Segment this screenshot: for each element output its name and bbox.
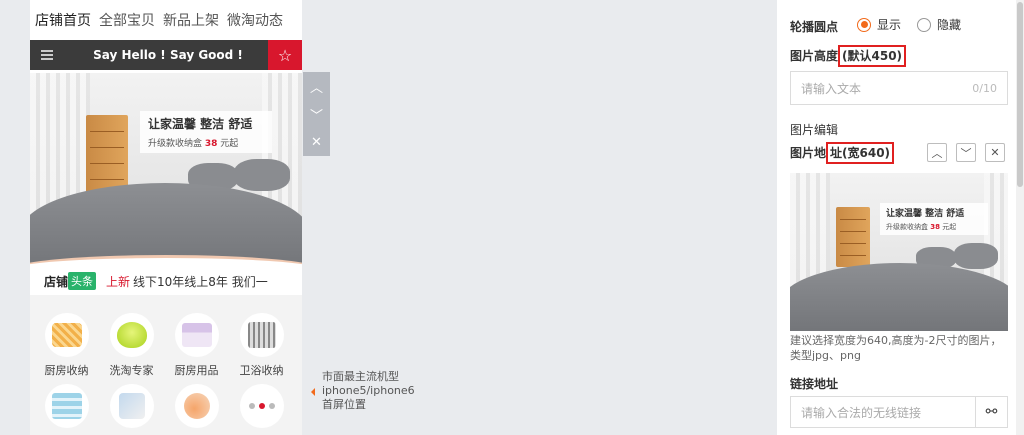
category-item[interactable] bbox=[229, 384, 294, 428]
banner-ad-box: 让家温馨 整洁 舒适 升级款收纳盒 38 元起 bbox=[140, 111, 272, 153]
more-dots-icon bbox=[239, 384, 284, 428]
link-icon[interactable]: ⚯ bbox=[975, 397, 1007, 427]
first-screen-note: 市面最主流机型 iphone5/iphone6 首屏位置 bbox=[311, 370, 415, 412]
image-edit-label: 图片编辑 bbox=[790, 123, 839, 137]
image-order-buttons: ︿ ﹀ ✕ bbox=[927, 143, 1005, 162]
clip-icon bbox=[109, 384, 154, 428]
shop-headline[interactable]: 店铺 头条 上新 线下10年线上8年 我们一 bbox=[30, 267, 302, 295]
carousel-image[interactable]: 让家温馨 整洁 舒适 升级款收纳盒 38 元起 bbox=[30, 73, 302, 265]
ad-title: 让家温馨 整洁 舒适 bbox=[148, 117, 253, 131]
phone-preview: 店铺首页 全部宝贝 新品上架 微淘动态 Say Hello ! Say Good… bbox=[30, 0, 302, 435]
banner-title: Say Hello ! Say Good ! bbox=[93, 48, 243, 62]
tab-weitao-feed[interactable]: 微淘动态 bbox=[227, 10, 283, 30]
category-item[interactable]: 厨房收纳 bbox=[34, 313, 99, 378]
towel-icon bbox=[44, 384, 89, 428]
image-height-placeholder: 请输入文本 bbox=[801, 81, 862, 96]
scroll-thumb[interactable] bbox=[1017, 2, 1023, 187]
image-preview[interactable]: 让家温馨 整洁 舒适 升级款收纳盒 38 元起 bbox=[790, 173, 1008, 331]
finger-icon bbox=[174, 384, 219, 428]
headline-text: 线下10年线上8年 我们一 bbox=[133, 274, 268, 289]
ad-price: 38 bbox=[204, 139, 218, 149]
note-line-1: 市面最主流机型 bbox=[322, 370, 399, 383]
image-url-label-prefix: 图片地 bbox=[790, 146, 827, 160]
radio-show[interactable] bbox=[857, 17, 871, 32]
image-url-label: 图片地 址(宽640) bbox=[790, 142, 895, 164]
headline-tag: 头条 bbox=[68, 272, 97, 290]
shop-banner-bar: Say Hello ! Say Good ! ☆ bbox=[30, 40, 302, 70]
category-area: 厨房收纳 洗淘专家 厨房用品 卫浴收纳 bbox=[30, 295, 302, 435]
link-input[interactable]: 请输入合法的无线链接 ⚯ bbox=[790, 396, 1008, 428]
storage-box-icon bbox=[174, 313, 219, 357]
menu-icon[interactable] bbox=[30, 40, 64, 70]
radio-show-label[interactable]: 显示 bbox=[877, 16, 901, 33]
image-height-label: 图片高度 (默认450) bbox=[790, 45, 907, 67]
move-down-button[interactable]: ﹀ bbox=[956, 143, 976, 162]
shop-nav-tabs: 店铺首页 全部宝贝 新品上架 微淘动态 bbox=[30, 0, 302, 40]
category-item[interactable] bbox=[99, 384, 164, 428]
move-down-icon[interactable]: ﹀ bbox=[303, 100, 330, 128]
preview-ad-title: 让家温馨 整洁 舒适 bbox=[886, 209, 965, 219]
category-item[interactable] bbox=[34, 384, 99, 428]
bowl-icon bbox=[109, 313, 154, 357]
carousel-dots-radio-group: 显示 隐藏 bbox=[857, 16, 971, 33]
category-label: 厨房用品 bbox=[174, 364, 219, 377]
image-height-label-prefix: 图片高度 bbox=[790, 49, 839, 63]
headline-shop: 店铺 bbox=[44, 274, 69, 289]
delete-image-button[interactable]: ✕ bbox=[985, 143, 1005, 162]
category-item[interactable]: 卫浴收纳 bbox=[229, 313, 294, 378]
carousel-dots-label: 轮播圆点 bbox=[790, 20, 839, 34]
radio-hide-label[interactable]: 隐藏 bbox=[937, 16, 961, 33]
image-size-hint: 建议选择宽度为640,高度为-2尺寸的图片，类型jpg、png bbox=[790, 334, 1002, 362]
category-label: 卫浴收纳 bbox=[239, 364, 284, 377]
category-item[interactable] bbox=[164, 384, 229, 428]
note-line-2: iphone5/iphone6 bbox=[322, 384, 415, 397]
close-icon[interactable]: ✕ bbox=[303, 128, 330, 156]
link-placeholder: 请输入合法的无线链接 bbox=[801, 405, 922, 420]
module-control-strip: ︿ ﹀ ✕ bbox=[303, 72, 330, 156]
link-label: 链接地址 bbox=[790, 377, 839, 391]
bed-image bbox=[30, 183, 302, 265]
tab-new-arrivals[interactable]: 新品上架 bbox=[163, 10, 219, 30]
settings-panel: 轮播圆点 显示 隐藏 图片高度 (默认450) 请输入文本 0/10 图片编辑 图… bbox=[777, 0, 1024, 435]
category-item[interactable]: 厨房用品 bbox=[164, 313, 229, 378]
image-height-input[interactable]: 请输入文本 0/10 bbox=[790, 71, 1008, 105]
note-line-3: 首屏位置 bbox=[322, 398, 366, 411]
image-height-highlight: (默认450) bbox=[838, 45, 907, 67]
category-item[interactable]: 洗淘专家 bbox=[99, 313, 164, 378]
dresser-image bbox=[86, 115, 128, 195]
category-grid: 厨房收纳 洗淘专家 厨房用品 卫浴收纳 bbox=[30, 313, 302, 428]
category-label: 洗淘专家 bbox=[109, 364, 154, 377]
radio-hide[interactable] bbox=[917, 17, 932, 32]
headline-new-label: 上新 bbox=[106, 274, 131, 289]
preview-ad-price: 38 bbox=[930, 223, 940, 231]
tab-shop-home[interactable]: 店铺首页 bbox=[35, 10, 91, 30]
preview-ad-sub-prefix: 升级款收纳盒 bbox=[886, 223, 928, 231]
ad-sub-suffix: 元起 bbox=[220, 139, 239, 149]
bath-cart-icon bbox=[239, 313, 284, 357]
image-url-highlight: 址(宽640) bbox=[826, 142, 895, 164]
move-up-icon[interactable]: ︿ bbox=[303, 72, 330, 100]
preview-ad-box: 让家温馨 整洁 舒适 升级款收纳盒 38 元起 bbox=[880, 203, 988, 235]
basket-icon bbox=[44, 313, 89, 357]
move-up-button[interactable]: ︿ bbox=[927, 143, 947, 162]
tab-all-items[interactable]: 全部宝贝 bbox=[99, 10, 155, 30]
arrow-left-icon bbox=[311, 388, 315, 396]
star-icon[interactable]: ☆ bbox=[268, 40, 302, 70]
image-height-counter: 0/10 bbox=[972, 81, 997, 95]
preview-ad-sub-suffix: 元起 bbox=[942, 223, 957, 231]
panel-scrollbar[interactable] bbox=[1016, 0, 1024, 435]
ad-sub-prefix: 升级款收纳盒 bbox=[148, 139, 203, 149]
category-label: 厨房收纳 bbox=[44, 364, 89, 377]
